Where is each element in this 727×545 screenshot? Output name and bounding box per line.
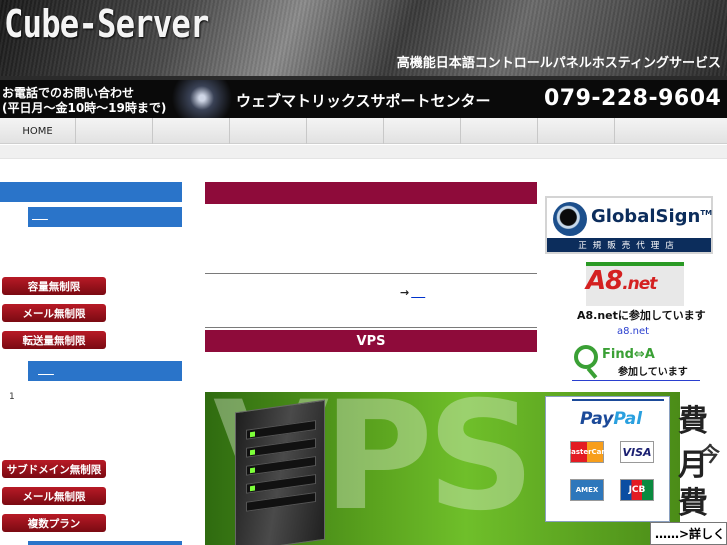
- find-a-logo: Find⇔A: [602, 347, 655, 362]
- light-flare-icon: [172, 80, 232, 118]
- visa-icon: VISA: [620, 441, 654, 463]
- left-subheader-link-1[interactable]: [32, 214, 48, 220]
- center-divider-1: [205, 273, 537, 274]
- vps-section-title: VPS: [356, 333, 386, 349]
- globalsign-name: GlobalSignTM: [591, 206, 713, 227]
- banner-right-line2: 今: [700, 442, 720, 466]
- amex-icon: AMEX: [570, 479, 604, 501]
- feature-button-plans[interactable]: 複数プラン: [2, 514, 106, 532]
- nav-item-5[interactable]: [307, 118, 384, 144]
- header-banner: Cube-Server 高機能日本語コントロールパネルホスティングサービス: [0, 0, 727, 76]
- contact-bar: お電話でのお問い合わせ (平日月〜金10時〜19時まで) ウェブマトリックスサポ…: [0, 76, 727, 118]
- paypal-badge[interactable]: PayPal MasterCard VISA AMEX JCB: [545, 396, 670, 522]
- nav-item-3[interactable]: [153, 118, 230, 144]
- feature-button-transfer[interactable]: 転送量無制限: [2, 331, 106, 349]
- nav-filler: [615, 118, 727, 143]
- globalsign-sub: 正規販売代理店: [547, 238, 711, 252]
- more-link[interactable]: →: [400, 286, 425, 299]
- left-subheader-link-2[interactable]: [38, 369, 54, 375]
- nav-item-6[interactable]: [384, 118, 461, 144]
- feature-button-mail-2[interactable]: メール無制限: [2, 487, 106, 505]
- site-tagline: 高機能日本語コントロールパネルホスティングサービス: [396, 56, 721, 71]
- find-a-badge[interactable]: Find⇔A 参加しています: [572, 343, 702, 379]
- nav-item-8[interactable]: [538, 118, 615, 144]
- page: Cube-Server 高機能日本語コントロールパネルホスティングサービス お電…: [0, 0, 727, 545]
- more-link-text[interactable]: [409, 286, 425, 299]
- feature-button-subdomain[interactable]: サブドメイン無制限: [2, 460, 106, 478]
- mastercard-icon: MasterCard: [564, 441, 610, 463]
- feature-button-storage[interactable]: 容量無制限: [2, 277, 106, 295]
- a8-logo: A8.net: [586, 266, 657, 296]
- nav-item-home[interactable]: HOME: [0, 118, 76, 144]
- details-button[interactable]: ……>詳しく: [650, 522, 727, 545]
- a8-link[interactable]: a8.net: [617, 326, 649, 337]
- support-center-label: ウェブマトリックスサポートセンター: [236, 92, 491, 110]
- contact-hours: (平日月〜金10時〜19時まで): [2, 101, 167, 115]
- a8-badge[interactable]: A8.net: [586, 262, 684, 306]
- server-rack-icon: [235, 399, 325, 545]
- left-subheader-2: [28, 361, 182, 381]
- globalsign-badge[interactable]: GlobalSignTM 正規販売代理店: [545, 196, 713, 254]
- nav-item-4[interactable]: [230, 118, 307, 144]
- list-number: 1: [9, 392, 15, 402]
- find-a-sub: 参加しています: [618, 367, 688, 378]
- feature-button-mail[interactable]: メール無制限: [2, 304, 106, 322]
- nav-item-7[interactable]: [461, 118, 538, 144]
- left-section-header: [0, 182, 182, 202]
- left-subheader-1: [28, 207, 182, 227]
- arrow-icon: →: [400, 286, 410, 299]
- phone-number[interactable]: 079-228-9604: [544, 86, 721, 111]
- globalsign-eye-icon: [553, 202, 587, 236]
- left-subheader-3: [28, 541, 182, 545]
- jcb-icon: JCB: [620, 479, 654, 501]
- nav-item-2[interactable]: [76, 118, 153, 144]
- paypal-logo: PayPal: [580, 409, 643, 429]
- center-section-header: [205, 182, 537, 204]
- magnifier-icon: [574, 345, 598, 369]
- find-a-underline: [572, 380, 700, 381]
- center-divider-2: [205, 327, 537, 328]
- sub-bar: [0, 145, 727, 159]
- a8-participation-text: A8.netに参加しています: [577, 309, 706, 322]
- main-nav: HOME: [0, 118, 727, 144]
- site-logo[interactable]: Cube-Server: [4, 2, 209, 46]
